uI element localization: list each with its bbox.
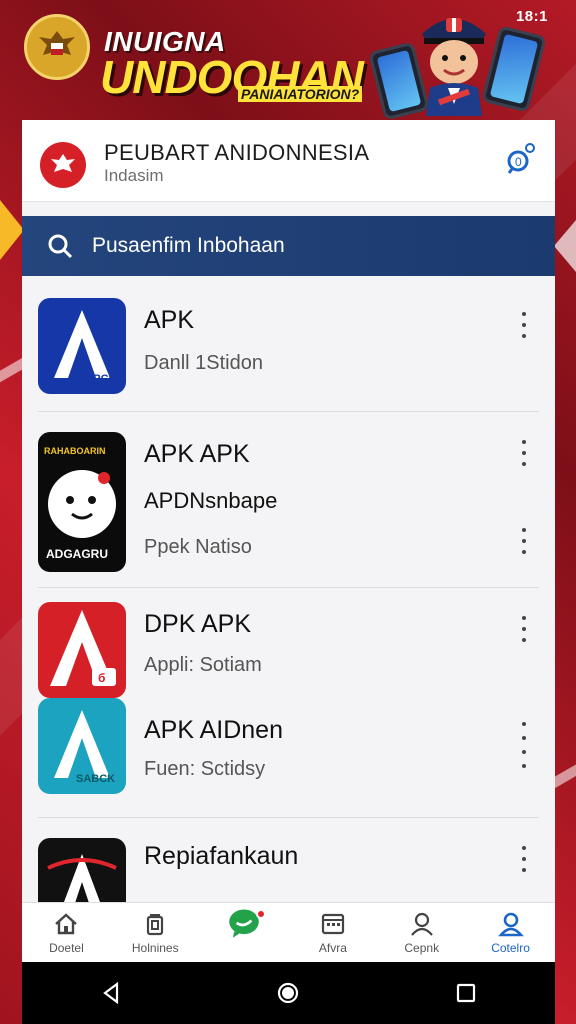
search-bar[interactable]: Pusaenfim Inbohaan bbox=[22, 216, 555, 276]
background-triangle bbox=[554, 220, 576, 272]
police-mascot-icon bbox=[422, 18, 486, 116]
more-options-icon[interactable] bbox=[519, 722, 529, 768]
svg-text:б: б bbox=[98, 671, 105, 685]
app-title: DPK APK bbox=[144, 610, 251, 638]
app-title: APK APK bbox=[144, 440, 250, 468]
app-title: APK AIDnen bbox=[144, 716, 283, 744]
nav-item-calendar[interactable]: Afvra bbox=[288, 903, 377, 962]
nav-item-profile[interactable]: Cotelro bbox=[466, 903, 555, 962]
app-subtitle: Ppek Natiso bbox=[144, 536, 252, 558]
list-item-app[interactable]: RAHABOARIN ADGAGRU APK APK APDNsnbape Pp… bbox=[22, 412, 555, 588]
notification-bell-icon[interactable]: 0 bbox=[503, 142, 537, 176]
svg-text:SAPCK: SAPCK bbox=[78, 373, 117, 385]
search-icon bbox=[48, 234, 73, 259]
app-subtitle-bold: APDNsnbape bbox=[144, 488, 278, 513]
more-options-icon[interactable] bbox=[519, 528, 529, 554]
app-icon[interactable]: SABCK bbox=[38, 698, 126, 794]
more-options-icon[interactable] bbox=[519, 616, 529, 642]
app-title: Repiafankaun bbox=[144, 842, 299, 870]
svg-text:RAHABOARIN: RAHABOARIN bbox=[44, 446, 106, 456]
svg-text:ADGAGRU: ADGAGRU bbox=[46, 547, 108, 561]
home-button-icon[interactable] bbox=[276, 981, 300, 1005]
nav-label: Cepnk bbox=[404, 941, 440, 955]
trash-icon bbox=[147, 914, 164, 936]
app-icon[interactable]: б bbox=[38, 602, 126, 698]
nav-label: Doetel bbox=[49, 941, 84, 955]
more-options-icon[interactable] bbox=[519, 846, 529, 872]
brand-header: PEUBART ANIDONNESIA Indasim 0 bbox=[22, 120, 555, 202]
nav-item-chat[interactable] bbox=[200, 903, 289, 962]
profile-icon bbox=[497, 912, 524, 937]
user-icon bbox=[410, 912, 433, 936]
app-store-card: PEUBART ANIDONNESIA Indasim 0 Pusaenfim … bbox=[22, 120, 555, 962]
svg-text:0: 0 bbox=[515, 155, 522, 169]
promo-banner[interactable]: INUIGNA UNDOOHAN PANIAIATORION? 18:1 bbox=[0, 0, 576, 121]
nav-item-home[interactable]: Doetel bbox=[22, 903, 111, 962]
recent-apps-icon[interactable] bbox=[454, 981, 478, 1005]
garuda-emblem-icon bbox=[24, 14, 90, 80]
list-item-app[interactable]: Repiafankaun bbox=[22, 818, 555, 902]
banner-subtitle: PANIAIATORION? bbox=[238, 86, 363, 102]
status-bar-time: 18:1 bbox=[515, 8, 548, 25]
nav-label: Cotelro bbox=[491, 941, 530, 955]
list-item-app[interactable]: SABCK APK AIDnen Fuen: Sctidsy bbox=[22, 696, 555, 818]
app-list: SAPCK APK Danll 1Stidon RAHABOARIN ADGAG… bbox=[22, 284, 555, 902]
more-options-icon[interactable] bbox=[519, 440, 529, 466]
app-subtitle: Fuen: Sctidsy bbox=[144, 758, 266, 780]
nav-label: Afvra bbox=[318, 941, 347, 955]
system-navigation-bar bbox=[22, 962, 555, 1024]
back-icon[interactable] bbox=[99, 981, 123, 1005]
nav-label: Holnines bbox=[131, 941, 179, 955]
app-icon[interactable]: SAPCK bbox=[38, 298, 126, 394]
list-item-app[interactable]: SAPCK APK Danll 1Stidon bbox=[22, 284, 555, 412]
svg-text:SABCK: SABCK bbox=[76, 773, 115, 785]
app-icon[interactable] bbox=[38, 838, 126, 902]
nav-item-user[interactable]: Cepnk bbox=[377, 903, 466, 962]
app-icon[interactable]: RAHABOARIN ADGAGRU bbox=[38, 432, 126, 572]
app-subtitle: Danll 1Stidon bbox=[144, 352, 263, 374]
app-title: APK bbox=[144, 306, 195, 334]
calendar-icon bbox=[321, 913, 344, 935]
home-icon bbox=[55, 913, 78, 935]
background-triangle bbox=[0, 200, 24, 260]
bottom-navigation: Doetel Holnines Afvra Cepnk Cotelro bbox=[22, 902, 555, 962]
search-input[interactable]: Pusaenfim Inbohaan bbox=[92, 234, 285, 258]
notification-badge bbox=[256, 909, 267, 919]
brand-name: PEUBART ANIDONNESIA bbox=[104, 140, 370, 165]
brand-subtitle: Indasim bbox=[104, 166, 164, 185]
more-options-icon[interactable] bbox=[519, 312, 529, 338]
nav-item-bin[interactable]: Holnines bbox=[111, 903, 200, 962]
list-item-app[interactable]: б DPK APK Appli: Sotiam bbox=[22, 588, 555, 698]
app-subtitle: Appli: Sotiam bbox=[144, 654, 262, 676]
garuda-logo-icon bbox=[40, 142, 86, 188]
